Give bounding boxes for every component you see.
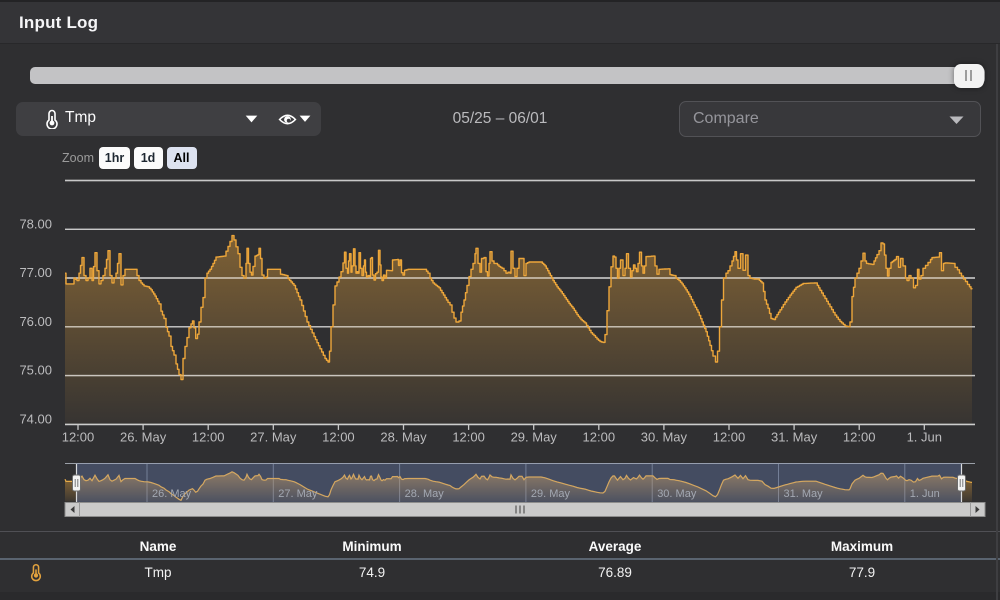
svg-text:75.00: 75.00 xyxy=(19,363,52,378)
svg-text:12:00: 12:00 xyxy=(62,430,95,445)
svg-text:26. May: 26. May xyxy=(120,430,167,445)
svg-text:1. Jun: 1. Jun xyxy=(907,430,942,445)
svg-text:27. May: 27. May xyxy=(250,430,297,445)
svg-text:31. May: 31. May xyxy=(771,430,818,445)
svg-text:12:00: 12:00 xyxy=(843,430,876,445)
svg-text:30. May: 30. May xyxy=(657,488,697,500)
svg-text:78.00: 78.00 xyxy=(19,216,52,231)
svg-text:12:00: 12:00 xyxy=(452,430,485,445)
svg-text:29. May: 29. May xyxy=(511,430,558,445)
svg-text:29. May: 29. May xyxy=(531,488,571,500)
svg-text:28. May: 28. May xyxy=(380,430,427,445)
svg-text:12:00: 12:00 xyxy=(322,430,355,445)
svg-text:26. May: 26. May xyxy=(152,488,192,500)
svg-text:12:00: 12:00 xyxy=(583,430,616,445)
svg-text:74.00: 74.00 xyxy=(19,411,52,426)
svg-text:76.00: 76.00 xyxy=(19,314,52,329)
svg-text:27. May: 27. May xyxy=(278,488,318,500)
svg-text:1. Jun: 1. Jun xyxy=(910,488,940,500)
svg-text:31. May: 31. May xyxy=(784,488,824,500)
svg-text:12:00: 12:00 xyxy=(713,430,746,445)
svg-text:12:00: 12:00 xyxy=(192,430,225,445)
svg-text:77.00: 77.00 xyxy=(19,265,52,280)
svg-text:28. May: 28. May xyxy=(405,488,445,500)
svg-text:30. May: 30. May xyxy=(641,430,688,445)
